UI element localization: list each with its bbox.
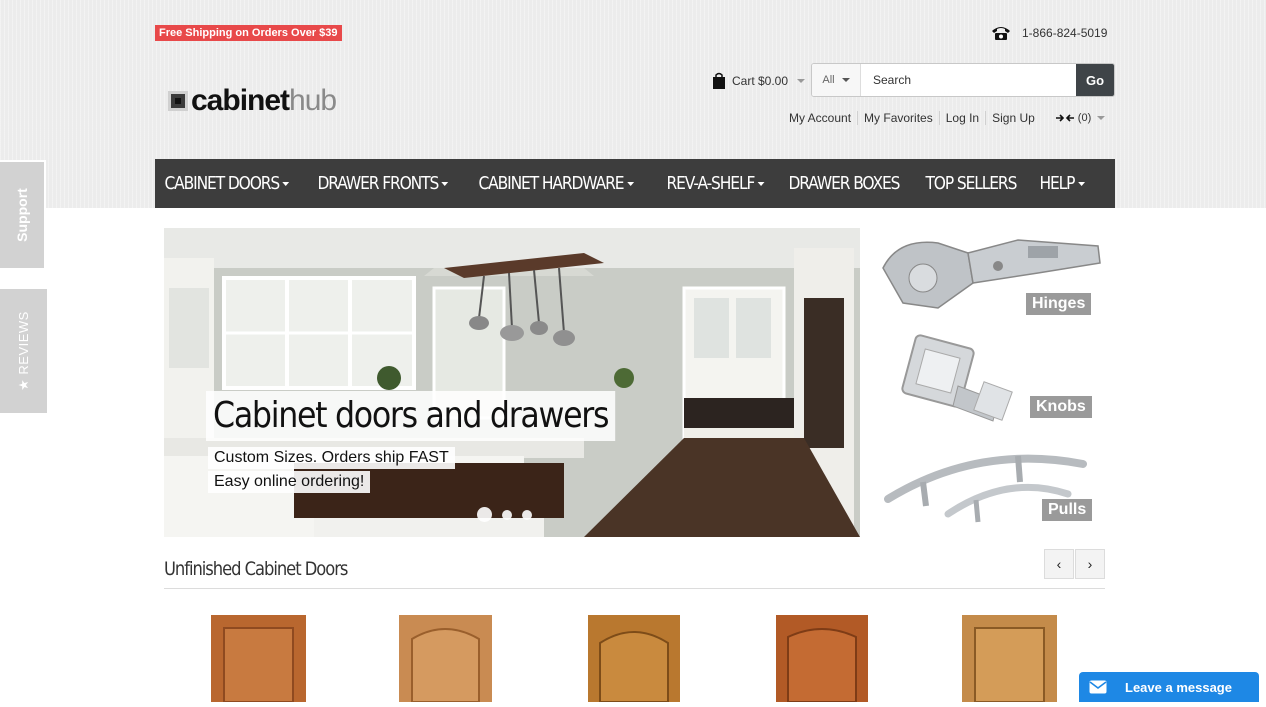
envelope-icon — [1089, 680, 1107, 694]
chevron-down-icon — [757, 181, 765, 186]
hero-subtitle-2: Easy online ordering! — [208, 471, 371, 493]
phone-number: 1-866-824-5019 — [1022, 26, 1108, 40]
sign-up-link[interactable]: Sign Up — [985, 111, 1041, 125]
main-navigation: CABINET DOORS DRAWER FRONTS CABINET HARD… — [155, 159, 1115, 208]
cabinet-door-image — [588, 615, 680, 703]
chat-label: Leave a message — [1125, 679, 1232, 695]
compare-count: (0) — [1077, 112, 1092, 124]
slider-dot-2[interactable] — [502, 509, 512, 520]
search-scope-value: All — [822, 74, 835, 86]
logo-text-bold: cabinet — [191, 84, 290, 117]
nav-cabinet-hardware[interactable]: CABINET HARDWARE — [469, 159, 643, 208]
account-links: My Account My Favorites Log In Sign Up (… — [789, 111, 1106, 125]
slider-dot-1[interactable] — [477, 507, 492, 522]
leave-message-button[interactable]: Leave a message — [1079, 672, 1259, 702]
slider-dots — [477, 507, 532, 522]
nav-drawer-boxes[interactable]: DRAWER BOXES — [779, 159, 909, 208]
my-favorites-link[interactable]: My Favorites — [857, 111, 939, 125]
site-logo[interactable]: cabinethub — [168, 84, 337, 118]
slider-dot-3[interactable] — [522, 509, 532, 520]
product-door-1[interactable] — [211, 615, 306, 703]
chevron-down-icon — [1077, 181, 1085, 186]
product-door-4[interactable] — [776, 615, 868, 703]
carousel-next-button[interactable]: › — [1075, 549, 1105, 579]
category-pulls[interactable]: Pulls — [878, 434, 1104, 534]
reviews-tab[interactable]: ★ REVIEWS — [0, 289, 47, 413]
product-door-2[interactable] — [399, 615, 492, 703]
phone-contact[interactable]: 1-866-824-5019 — [990, 24, 1107, 42]
hero-title: Cabinet doors and drawers — [206, 391, 616, 441]
my-account-link[interactable]: My Account — [789, 111, 857, 125]
free-shipping-badge[interactable]: Free Shipping on Orders Over $39 — [155, 25, 342, 41]
logo-text-light: hub — [289, 84, 337, 117]
hero-subtitle-1: Custom Sizes. Orders ship FAST — [208, 447, 455, 469]
nav-top-sellers[interactable]: TOP SELLERS — [916, 159, 1026, 208]
log-in-link[interactable]: Log In — [938, 111, 985, 125]
chevron-down-icon — [1097, 116, 1106, 120]
chevron-down-icon — [441, 181, 449, 186]
category-label: Knobs — [1030, 396, 1092, 418]
cabinet-door-image — [399, 615, 492, 703]
chevron-down-icon — [626, 181, 634, 186]
cart-label: Cart $0.00 — [732, 73, 789, 88]
product-door-3[interactable] — [588, 615, 680, 703]
search-scope-select[interactable]: All — [812, 64, 861, 96]
section-title: Unfinished Cabinet Doors — [164, 558, 348, 580]
nav-help[interactable]: HELP — [1030, 159, 1094, 208]
search-input[interactable] — [861, 64, 1076, 96]
nav-drawer-fronts[interactable]: DRAWER FRONTS — [308, 159, 458, 208]
cabinet-door-image — [211, 615, 306, 703]
chevron-down-icon — [282, 181, 290, 186]
shopping-bag-icon — [713, 72, 725, 89]
carousel-prev-button[interactable]: ‹ — [1044, 549, 1074, 579]
category-label: Hinges — [1026, 293, 1092, 315]
section-divider — [164, 588, 1105, 589]
cabinet-door-image — [962, 615, 1057, 703]
phone-icon — [992, 27, 1010, 40]
compare-button[interactable]: (0) — [1055, 112, 1106, 124]
search-bar: All Go — [811, 63, 1115, 97]
compare-arrows-icon — [1055, 114, 1074, 122]
chevron-down-icon — [841, 78, 850, 82]
category-hinges[interactable]: Hinges — [878, 228, 1104, 328]
cabinet-door-image — [776, 615, 868, 703]
chevron-down-icon — [797, 78, 806, 83]
support-tab[interactable]: Support — [0, 160, 46, 270]
search-go-button[interactable]: Go — [1076, 64, 1114, 96]
nav-rev-a-shelf[interactable]: REV-A-SHELF — [657, 159, 774, 208]
cart-button[interactable]: Cart $0.00 — [712, 72, 806, 89]
logo-mark-icon — [168, 91, 188, 111]
product-door-5[interactable] — [962, 615, 1057, 703]
nav-cabinet-doors[interactable]: CABINET DOORS — [155, 159, 299, 208]
category-label: Pulls — [1042, 499, 1093, 521]
category-knobs[interactable]: Knobs — [878, 331, 1104, 431]
